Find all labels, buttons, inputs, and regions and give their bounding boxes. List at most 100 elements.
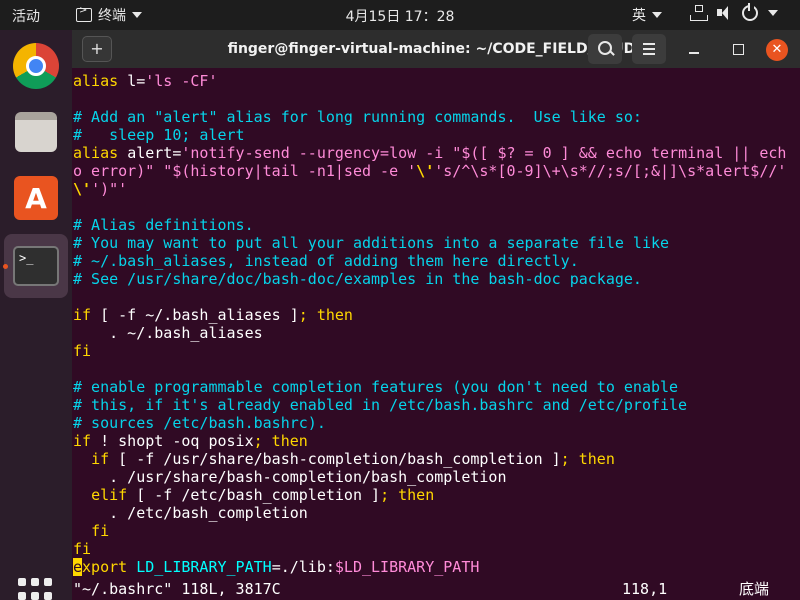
maximize-button[interactable] — [728, 39, 748, 59]
code-line: # ~/.bash_aliases, instead of adding the… — [73, 252, 799, 270]
software-store-icon: A — [14, 176, 58, 220]
input-method-menu[interactable]: 英 — [632, 5, 662, 25]
code-token: [ -f ~/.bash_aliases ] — [91, 306, 299, 324]
chevron-down-icon — [652, 12, 662, 18]
running-indicator — [3, 264, 8, 269]
code-token: ; then — [253, 432, 308, 450]
activities-button[interactable]: 活动 — [12, 6, 40, 26]
search-button[interactable] — [588, 34, 622, 64]
code-token: alias — [73, 72, 128, 90]
code-line: \'')"' — [73, 180, 799, 198]
code-line: # Alias definitions. — [73, 216, 799, 234]
code-token: . /usr/share/bash-completion/bash_comple… — [73, 468, 507, 486]
cursor-position: 118,1 — [622, 580, 668, 598]
clock[interactable]: 4月15日 17：28 — [346, 9, 455, 25]
code-token: 'ls -CF' — [145, 72, 218, 90]
code-token: [ -f /etc/bash_completion ] — [127, 486, 381, 504]
code-token: LD_LIBRARY_PATH — [136, 558, 272, 576]
code-token: alert= — [127, 144, 182, 162]
code-token: # sleep 10; alert — [73, 126, 245, 144]
code-token: # this, if it's already enabled in /etc/… — [73, 396, 688, 414]
code-line: fi — [73, 522, 799, 540]
code-token: if — [91, 450, 110, 468]
code-token: ')"' — [91, 180, 128, 198]
code-token: [ -f /usr/share/bash-completion/bash_com… — [109, 450, 561, 468]
volume-icon — [716, 5, 732, 21]
code-token: if — [73, 432, 92, 450]
code-token: # Add an "alert" alias for long running … — [73, 108, 642, 126]
network-icon — [690, 5, 708, 21]
code-line: elif [ -f /etc/bash_completion ]; then — [73, 486, 799, 504]
code-token: elif — [91, 486, 128, 504]
text-cursor: e — [73, 558, 83, 576]
app-menu-label: 终端 — [98, 8, 126, 24]
minimize-button[interactable] — [684, 39, 704, 59]
code-line: if ! shopt -oq posix; then — [73, 432, 799, 450]
code-token: l= — [127, 72, 146, 90]
terminal-icon — [76, 5, 92, 22]
code-token: 's/^\s*[0-9]\+\s*//;s/[;&|]\s*alert$//' — [434, 162, 787, 180]
code-line: alias alert='notify-send --urgency=low -… — [73, 144, 799, 162]
code-line: alias l='ls -CF' — [73, 72, 799, 90]
code-token: xport — [82, 558, 137, 576]
code-line: export LD_LIBRARY_PATH=./lib:$LD_LIBRARY… — [73, 558, 799, 576]
system-tray[interactable] — [690, 3, 778, 21]
code-token: . /etc/bash_completion — [73, 504, 308, 522]
dock-item-terminal[interactable]: >_ — [4, 234, 68, 298]
code-token: ! shopt -oq posix — [91, 432, 254, 450]
code-line: # sources /etc/bash.bashrc). — [73, 414, 799, 432]
dock-item-chrome[interactable] — [4, 34, 68, 98]
code-token: ; then — [560, 450, 615, 468]
code-token: 'notify-send --urgency=low -i "$([ $? = … — [181, 144, 787, 162]
code-line: # enable programmable completion feature… — [73, 378, 799, 396]
app-menu[interactable]: 终端 — [76, 5, 142, 25]
code-line: . /usr/share/bash-completion/bash_comple… — [73, 468, 799, 486]
new-tab-button[interactable]: + — [82, 36, 112, 62]
code-token: =./lib: — [271, 558, 335, 576]
code-line: # sleep 10; alert — [73, 126, 799, 144]
show-applications-icon[interactable] — [18, 578, 54, 600]
dock-item-software[interactable]: A — [4, 166, 68, 230]
terminal-icon: >_ — [13, 246, 59, 286]
code-token: o error)" "$(history|tail -n1|sed -e ' — [73, 162, 417, 180]
close-button[interactable]: ✕ — [766, 39, 788, 61]
code-line: # See /usr/share/doc/bash-doc/examples i… — [73, 270, 799, 288]
code-token: $LD_LIBRARY_PATH — [334, 558, 480, 576]
chevron-down-icon — [132, 12, 142, 18]
code-line: if [ -f ~/.bash_aliases ]; then — [73, 306, 799, 324]
code-line: . /etc/bash_completion — [73, 504, 799, 522]
code-line: fi — [73, 342, 799, 360]
power-icon — [742, 3, 758, 21]
code-token: # Alias definitions. — [73, 216, 254, 234]
hamburger-menu-button[interactable] — [632, 34, 666, 64]
code-token: . ~/.bash_aliases — [73, 324, 263, 342]
file-info: "~/.bashrc" 118L, 3817C — [73, 580, 281, 598]
code-token: # See /usr/share/doc/bash-doc/examples i… — [73, 270, 642, 288]
vim-status-line: "~/.bashrc" 118L, 3817C 118,1 底端 — [73, 580, 799, 598]
title-bar[interactable]: + finger@finger-virtual-machine: ~/CODE_… — [72, 30, 800, 68]
code-token: \' — [73, 180, 92, 198]
code-line: # Add an "alert" alias for long running … — [73, 108, 799, 126]
code-token: \' — [416, 162, 435, 180]
vim-buffer[interactable]: alias l='ls -CF' # Add an "alert" alias … — [73, 72, 799, 576]
code-line: o error)" "$(history|tail -n1|sed -e '\'… — [73, 162, 799, 180]
dock-item-files[interactable] — [4, 100, 68, 164]
chrome-icon — [13, 43, 59, 89]
code-line: # this, if it's already enabled in /etc/… — [73, 396, 799, 414]
code-token: if — [73, 306, 92, 324]
code-line: # You may want to put all your additions… — [73, 234, 799, 252]
top-bar: 活动 终端 4月15日 17：28 英 — [0, 0, 800, 30]
input-method-label: 英 — [632, 8, 646, 24]
code-token: # ~/.bash_aliases, instead of adding the… — [73, 252, 579, 270]
terminal-window: + finger@finger-virtual-machine: ~/CODE_… — [72, 30, 800, 600]
code-token: # sources /etc/bash.bashrc). — [73, 414, 326, 432]
code-token: fi — [73, 540, 92, 558]
scroll-position: 底端 — [739, 580, 770, 598]
code-token: ; then — [298, 306, 353, 324]
